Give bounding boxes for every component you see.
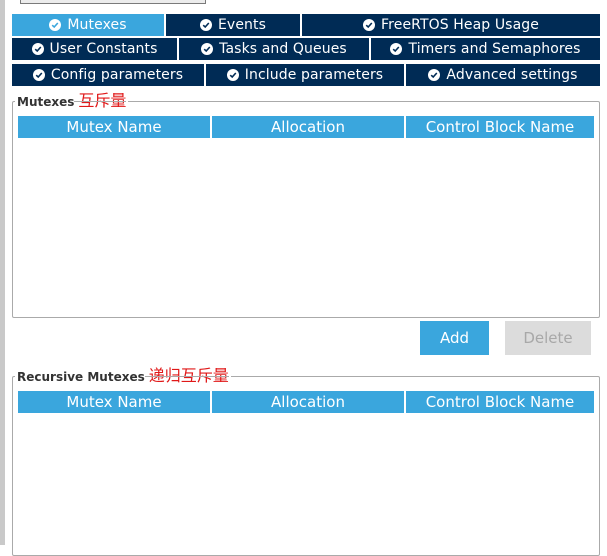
check-circle-icon xyxy=(32,69,45,81)
mutexes-legend-label: Mutexes xyxy=(17,95,75,109)
check-circle-icon xyxy=(49,19,62,31)
mutexes-group: Mutexes 互斥量 Mutex Name Allocation Control… xyxy=(12,92,600,318)
recursive-mutexes-group: Recursive Mutexes 递归互斥量 Mutex Name Alloca… xyxy=(12,367,600,556)
check-circle-icon xyxy=(363,19,376,31)
mutexes-legend: Mutexes 互斥量 xyxy=(15,91,129,111)
column-header-allocation[interactable]: Allocation xyxy=(212,391,406,413)
tab-timers-and-semaphores[interactable]: Timers and Semaphores xyxy=(371,38,600,60)
tab-label: User Constants xyxy=(49,41,158,57)
recursive-mutexes-legend-label: Recursive Mutexes xyxy=(17,370,145,384)
column-header-control-block-name[interactable]: Control Block Name xyxy=(406,116,594,138)
check-circle-icon xyxy=(428,69,441,81)
check-circle-icon xyxy=(226,69,239,81)
tab-label: Include parameters xyxy=(244,67,384,83)
check-circle-icon xyxy=(199,19,212,31)
left-panel-edge xyxy=(0,0,5,545)
check-circle-icon xyxy=(201,43,214,55)
check-circle-icon xyxy=(31,43,44,55)
tab-include-parameters[interactable]: Include parameters xyxy=(206,64,406,86)
tab-label: Events xyxy=(217,17,266,33)
mutexes-table-header: Mutex Name Allocation Control Block Name xyxy=(18,116,594,138)
tab-config-parameters[interactable]: Config parameters xyxy=(12,64,206,86)
tab-row-3: Config parameters Include parameters Adv… xyxy=(12,64,600,86)
column-header-allocation[interactable]: Allocation xyxy=(212,116,406,138)
mutexes-annotation: 互斥量 xyxy=(78,91,127,110)
tab-freertos-heap-usage[interactable]: FreeRTOS Heap Usage xyxy=(302,14,600,36)
check-circle-icon xyxy=(390,43,403,55)
tab-user-constants[interactable]: User Constants xyxy=(12,38,179,60)
tab-advanced-settings[interactable]: Advanced settings xyxy=(406,64,600,86)
column-header-mutex-name[interactable]: Mutex Name xyxy=(18,116,212,138)
tab-label: Config parameters xyxy=(50,67,184,83)
tab-tasks-and-queues[interactable]: Tasks and Queues xyxy=(179,38,371,60)
tab-label: FreeRTOS Heap Usage xyxy=(381,17,539,33)
tab-events[interactable]: Events xyxy=(166,14,302,36)
tab-label: Mutexes xyxy=(67,17,127,33)
recursive-mutexes-table-header: Mutex Name Allocation Control Block Name xyxy=(18,391,594,413)
tab-label: Timers and Semaphores xyxy=(408,41,581,57)
top-field-edge xyxy=(20,0,206,4)
tab-mutexes[interactable]: Mutexes xyxy=(12,14,166,36)
tab-row-1: Mutexes Events FreeRTOS Heap Usage xyxy=(12,14,600,36)
column-header-control-block-name[interactable]: Control Block Name xyxy=(406,391,594,413)
tab-label: Advanced settings xyxy=(446,67,578,83)
recursive-mutexes-annotation: 递归互斥量 xyxy=(148,366,229,385)
add-button[interactable]: Add xyxy=(420,321,489,355)
column-header-mutex-name[interactable]: Mutex Name xyxy=(18,391,212,413)
recursive-mutexes-legend: Recursive Mutexes 递归互斥量 xyxy=(15,367,231,386)
delete-button[interactable]: Delete xyxy=(505,321,591,355)
tab-row-2: User Constants Tasks and Queues Timers a… xyxy=(12,38,600,60)
tab-label: Tasks and Queues xyxy=(219,41,347,57)
